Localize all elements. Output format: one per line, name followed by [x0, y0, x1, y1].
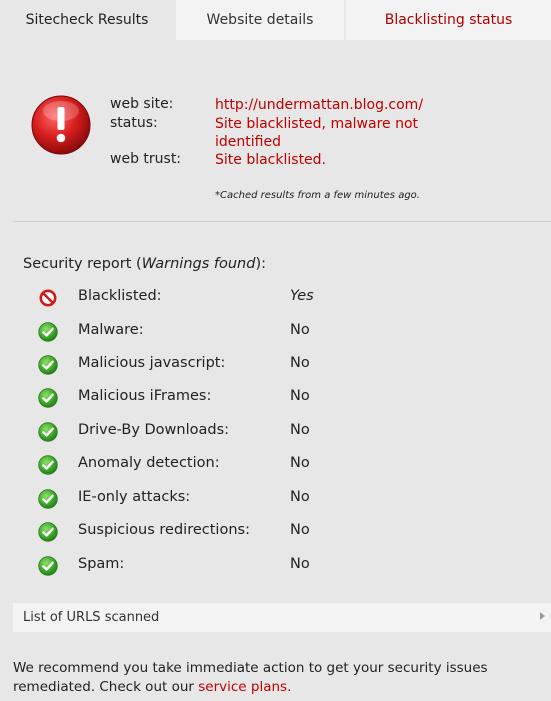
tab-blacklisting-status[interactable]: Blacklisting status — [346, 0, 551, 40]
chevron-right-icon — [540, 612, 545, 620]
report-title: Security report (Warnings found): — [23, 256, 266, 272]
report-row-value: No — [290, 455, 310, 471]
check-icon — [38, 455, 58, 475]
report-row-value: No — [290, 388, 310, 404]
report-row-value: Yes — [290, 288, 314, 304]
report-row-value: No — [290, 556, 310, 572]
report-row: Malicious javascript: No — [0, 353, 551, 377]
report-row-value: No — [290, 489, 310, 505]
urls-scanned-bar[interactable]: List of URLS scanned — [13, 603, 551, 632]
tab-website-details[interactable]: Website details — [176, 0, 344, 40]
report-row-label: Drive-By Downloads: — [78, 422, 230, 438]
check-icon — [38, 422, 58, 442]
report-row: Malware: No — [0, 320, 551, 344]
divider — [13, 221, 551, 222]
blocked-icon — [38, 288, 58, 308]
check-icon — [38, 355, 58, 375]
report-row-label: Spam: — [78, 556, 125, 572]
service-plans-link[interactable]: service plans. — [198, 679, 291, 695]
report-row-label: Blacklisted: — [78, 288, 162, 304]
site-label: web site: — [110, 96, 174, 112]
report-row: IE-only attacks: No — [0, 487, 551, 511]
report-row-value: No — [290, 355, 310, 371]
report-row: Malicious iFrames: No — [0, 386, 551, 410]
report-row: Anomaly detection: No — [0, 453, 551, 477]
status-label: status: — [110, 115, 158, 131]
report-row-value: No — [290, 522, 310, 538]
check-icon — [38, 322, 58, 342]
site-url[interactable]: http://undermattan.blog.com/ — [215, 96, 423, 114]
report-row-value: No — [290, 422, 310, 438]
report-row-label: IE-only attacks: — [78, 489, 191, 505]
urls-scanned-label: List of URLS scanned — [23, 610, 160, 625]
report-row-label: Anomaly detection: — [78, 455, 220, 471]
cached-note: *Cached results from a few minutes ago. — [215, 190, 420, 201]
check-icon — [38, 522, 58, 542]
trust-label: web trust: — [110, 151, 182, 167]
tab-bar: Sitecheck Results Website details Blackl… — [0, 0, 551, 40]
tab-sitecheck-results[interactable]: Sitecheck Results — [0, 0, 174, 40]
status-value: Site blacklisted, malware not identified — [215, 116, 419, 150]
report-row-label: Malware: — [78, 322, 144, 338]
check-icon — [38, 556, 58, 576]
check-icon — [38, 489, 58, 509]
report-row: Drive-By Downloads: No — [0, 420, 551, 444]
trust-value: Site blacklisted. — [215, 152, 327, 168]
alert-icon — [31, 95, 91, 155]
report-row: Spam: No — [0, 554, 551, 578]
recommendation-text: We recommend you take immediate action t… — [13, 660, 488, 695]
report-row: Suspicious redirections: No — [0, 520, 551, 544]
check-icon — [38, 388, 58, 408]
report-row-label: Malicious javascript: — [78, 355, 226, 371]
report-row: Blacklisted: Yes — [0, 286, 551, 310]
report-row-label: Malicious iFrames: — [78, 388, 212, 404]
report-row-value: No — [290, 322, 310, 338]
report-row-label: Suspicious redirections: — [78, 522, 250, 538]
